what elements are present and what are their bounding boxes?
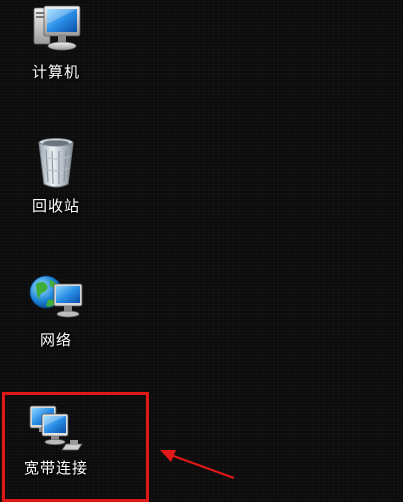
- arrow-icon: [160, 450, 235, 480]
- computer-icon: [33, 5, 81, 51]
- recycle-bin-icon: [38, 138, 74, 188]
- highlight-box: [2, 392, 149, 502]
- network-icon: [29, 275, 83, 318]
- desktop-icon-computer[interactable]: 计算机: [8, 2, 104, 82]
- desktop[interactable]: 计算机 回收站 网络 宽带连接: [0, 0, 403, 502]
- desktop-icon-label: 网络: [39, 331, 72, 349]
- desktop-icon-recycle-bin[interactable]: 回收站: [8, 136, 104, 216]
- desktop-icon-label: 回收站: [31, 197, 80, 215]
- desktop-icon-network[interactable]: 网络: [8, 270, 104, 350]
- desktop-icon-label: 计算机: [31, 63, 80, 81]
